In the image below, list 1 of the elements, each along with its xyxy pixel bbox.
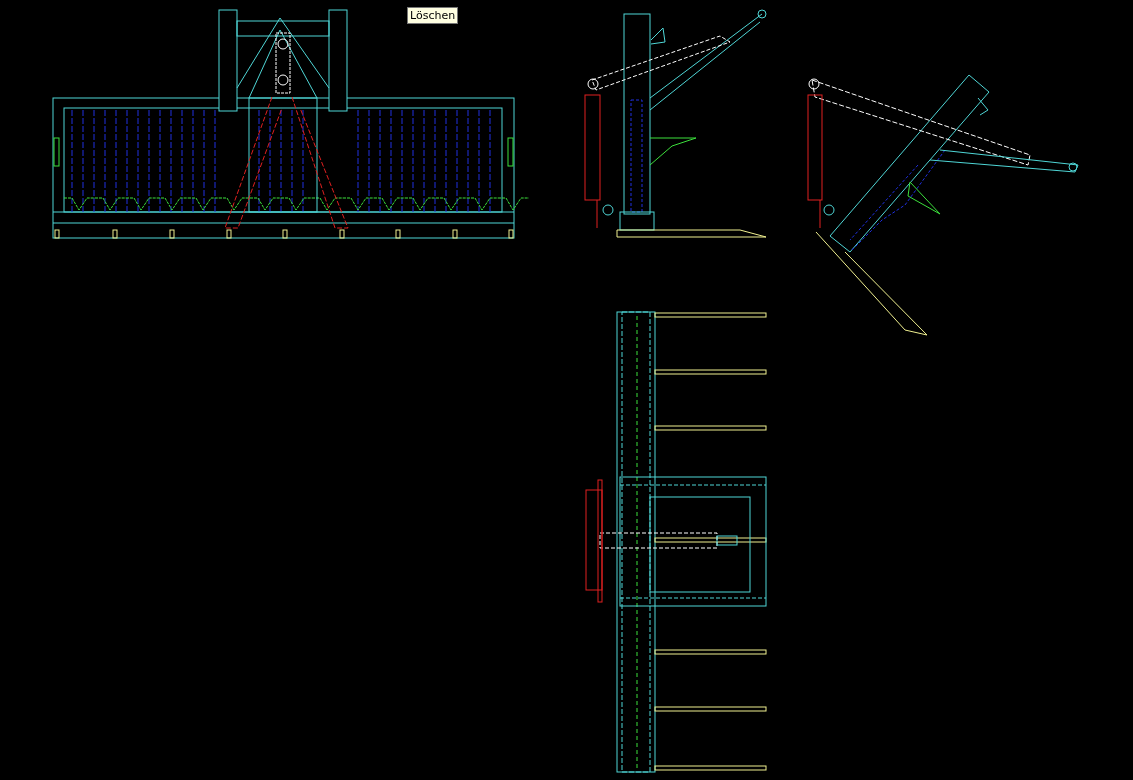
tooltip: Löschen	[407, 7, 459, 24]
